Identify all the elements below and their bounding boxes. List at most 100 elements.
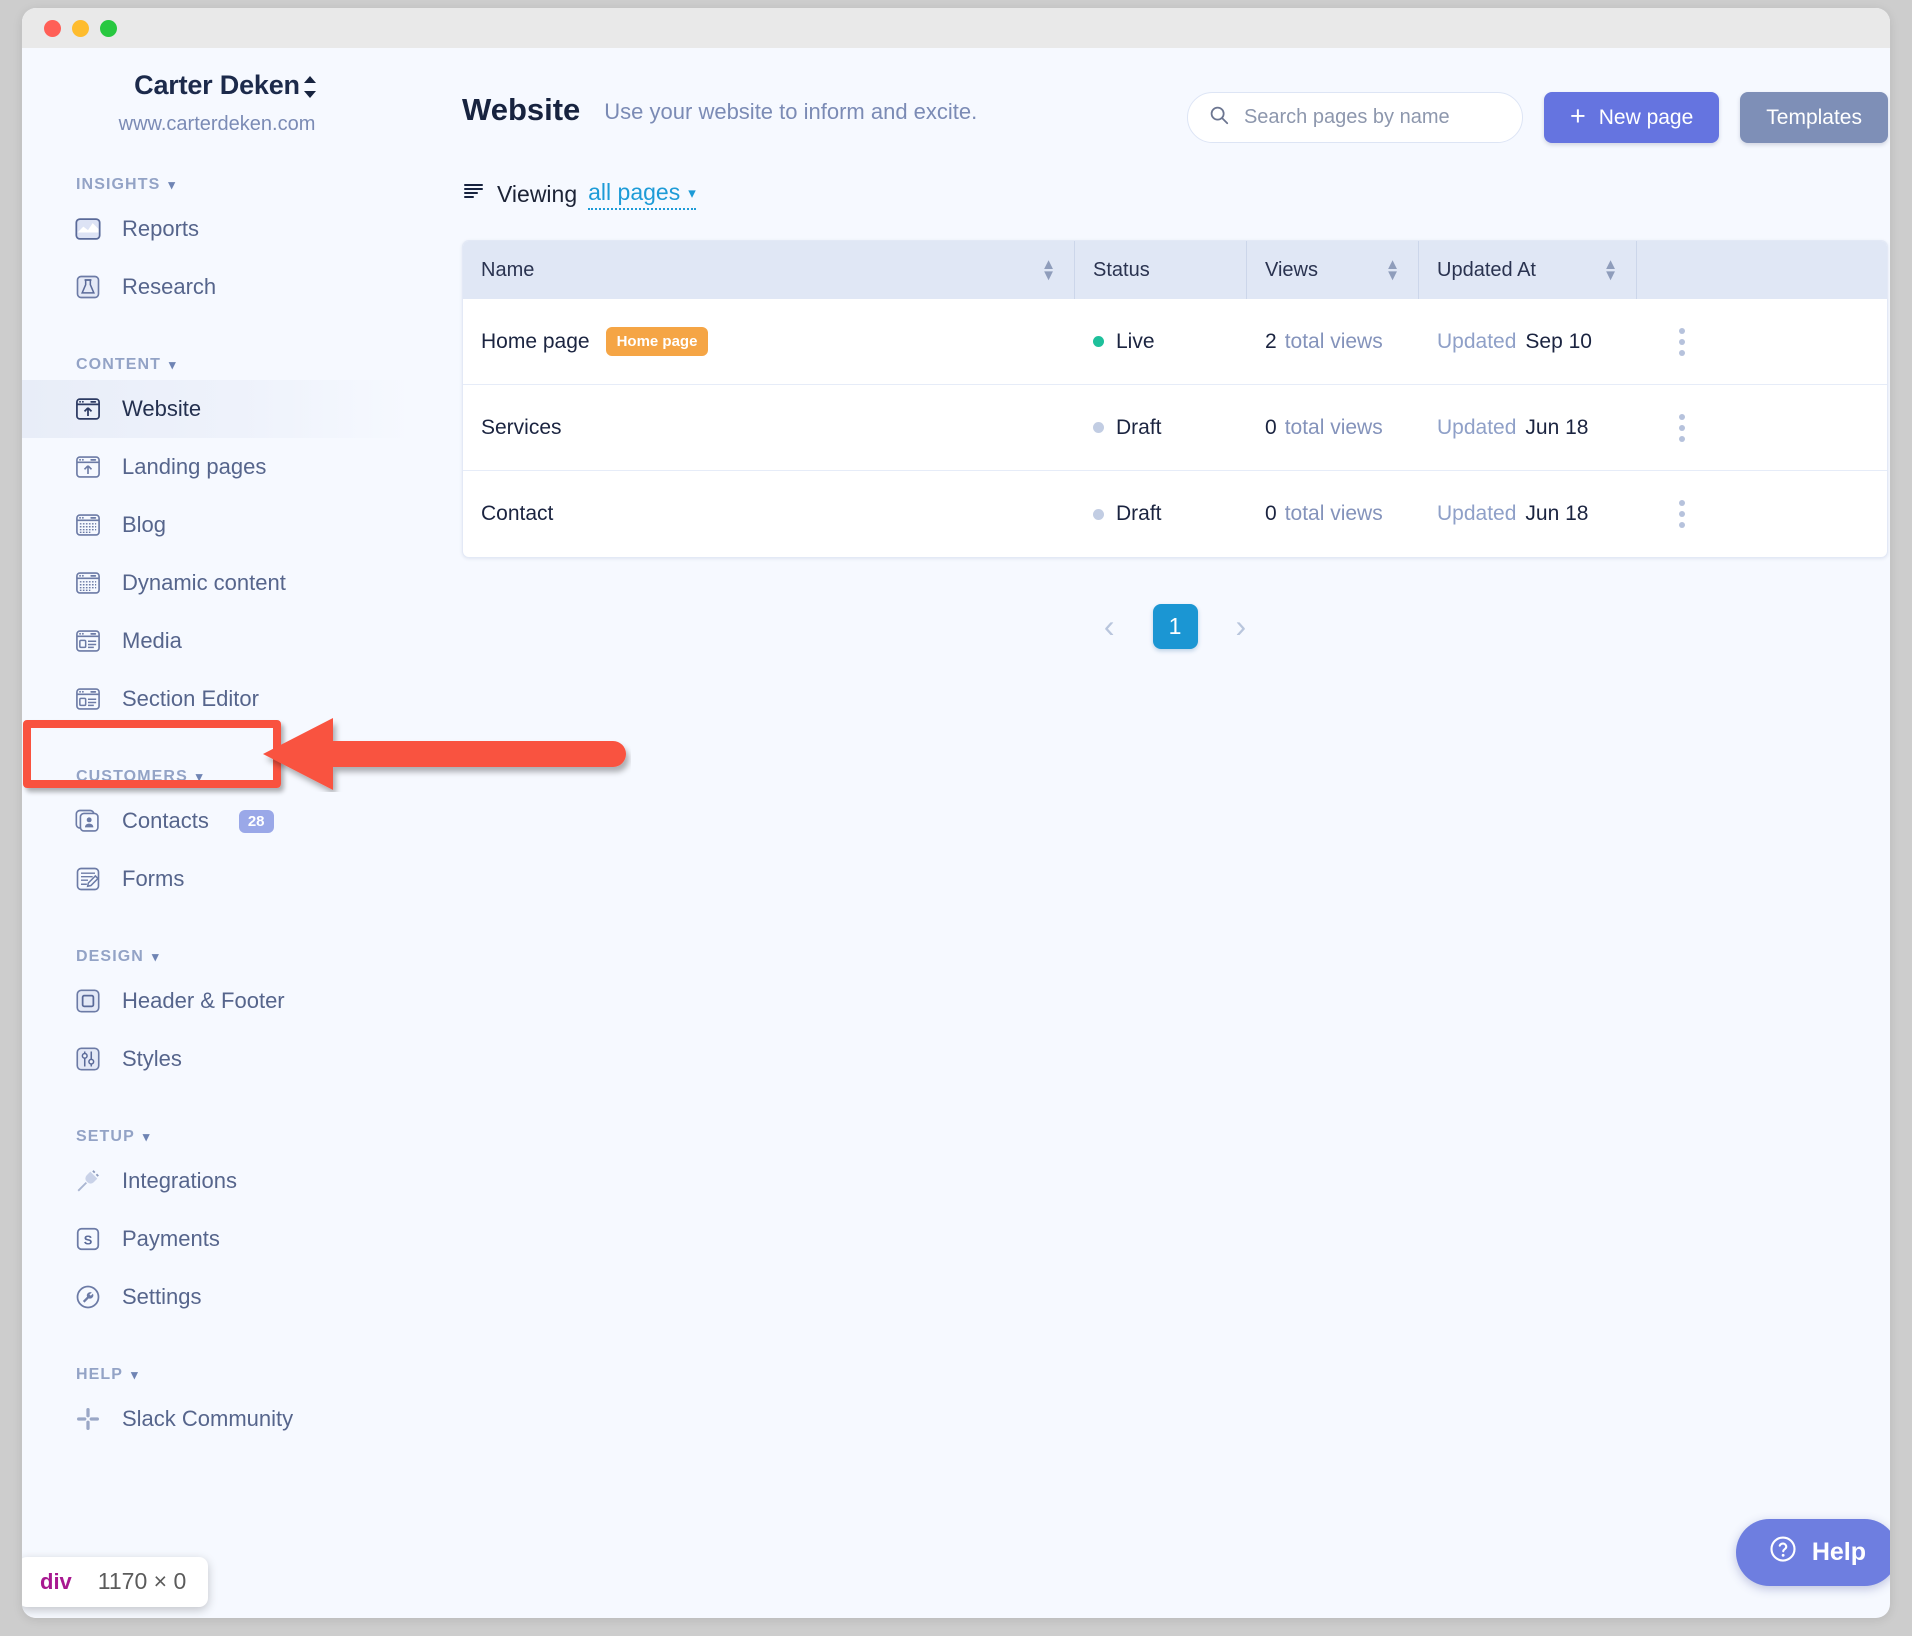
row-menu-icon[interactable] [1679,414,1685,442]
updated-prefix: Updated [1437,330,1516,354]
sidebar-item-slack-community[interactable]: Slack Community [22,1390,412,1448]
list-filter-icon [462,180,486,210]
account-switcher-icon[interactable] [300,74,320,104]
status-label: Draft [1116,416,1162,440]
sidebar-item-blog[interactable]: Blog [22,496,412,554]
window-titlebar [22,8,1890,48]
browser-upload-icon [74,453,102,481]
sidebar-item-contacts[interactable]: Contacts 28 [22,792,412,850]
nav-group-insights[interactable]: INSIGHTS ▾ [76,176,412,194]
minimize-window-icon[interactable] [72,20,89,37]
new-page-label: New page [1599,106,1694,130]
viewing-filter-dropdown[interactable]: all pages ▾ [588,179,696,210]
search-input[interactable] [1244,106,1502,129]
column-header-status[interactable]: Status [1075,241,1247,299]
help-button[interactable]: Help [1736,1519,1890,1586]
column-label: Views [1265,259,1318,282]
slack-icon [74,1405,102,1433]
cell-name: Contact [463,502,1075,526]
cell-views: 0 total views [1247,416,1419,440]
sidebar-item-section-editor[interactable]: Section Editor [22,670,412,728]
page-name: Contact [481,502,553,526]
sidebar-item-label: Forms [122,866,184,892]
column-header-updated-at[interactable]: Updated At ▲▼ [1419,241,1637,299]
nav-group-content[interactable]: CONTENT ▾ [76,356,412,374]
sort-toggle-icon[interactable]: ▲▼ [1041,259,1056,282]
sidebar-item-website[interactable]: Website [22,380,412,438]
pagination: ‹ 1 › [462,604,1888,649]
square-frame-icon [74,987,102,1015]
pages-table: Name ▲▼ Status Views ▲▼ Updated At ▲▼ [462,240,1888,558]
close-window-icon[interactable] [44,20,61,37]
nav-group-design[interactable]: DESIGN ▾ [76,948,412,966]
viewing-row: Viewing all pages ▾ [462,179,1888,210]
column-label: Updated At [1437,259,1536,282]
nav-group-setup[interactable]: SETUP ▾ [76,1128,412,1146]
sidebar-item-label: Website [122,396,201,422]
sidebar-item-settings[interactable]: Settings [22,1268,412,1326]
sort-toggle-icon[interactable]: ▲▼ [1603,259,1618,282]
sidebar-item-payments[interactable]: S Payments [22,1210,412,1268]
pagination-prev-button[interactable]: ‹ [1104,608,1115,645]
inspector-tag: div [40,1569,72,1595]
plug-icon [74,1167,102,1195]
svg-text:S: S [84,1232,93,1247]
updated-date: Sep 10 [1525,330,1592,354]
status-dot-icon [1093,422,1104,433]
zoom-window-icon[interactable] [100,20,117,37]
header-actions: + New page Templates [1187,92,1888,143]
table-row[interactable]: Contact Draft 0 total views Updated Jun … [463,471,1887,557]
window-body: Carter Deken www.carterdeken.com INSIGHT… [22,48,1890,1618]
sidebar-item-dynamic-content[interactable]: Dynamic content [22,554,412,612]
browser-text-icon [74,511,102,539]
sidebar-item-label: Settings [122,1284,202,1310]
viewing-prefix: Viewing [497,181,577,208]
cell-actions [1637,328,1703,356]
new-page-button[interactable]: + New page [1544,92,1719,143]
page-name: Home page [481,330,590,354]
page-subtitle: Use your website to inform and excite. [604,99,977,125]
sidebar-item-forms[interactable]: Forms [22,850,412,908]
pagination-next-button[interactable]: › [1236,608,1247,645]
page-name: Services [481,416,562,440]
sidebar-item-header-footer[interactable]: Header & Footer [22,972,412,1030]
sidebar-item-label: Integrations [122,1168,237,1194]
sidebar-item-media[interactable]: Media [22,612,412,670]
sidebar-item-reports[interactable]: Reports [22,200,412,258]
page-header: Website Use your website to inform and e… [462,92,1888,143]
cell-updated-at: Updated Sep 10 [1419,330,1637,354]
cell-name: Home page Home page [463,327,1075,356]
table-row[interactable]: Home page Home page Live 2 total views U… [463,299,1887,385]
sidebar-item-styles[interactable]: Styles [22,1030,412,1088]
column-header-views[interactable]: Views ▲▼ [1247,241,1419,299]
search-box[interactable] [1187,92,1523,143]
sidebar-item-integrations[interactable]: Integrations [22,1152,412,1210]
table-row[interactable]: Services Draft 0 total views Updated Jun… [463,385,1887,471]
browser-text-icon [74,569,102,597]
views-count: 0 [1265,416,1277,440]
sidebar-item-research[interactable]: Research [22,258,412,316]
cell-updated-at: Updated Jun 18 [1419,416,1637,440]
help-label: Help [1812,1538,1866,1567]
contacts-count-badge: 28 [239,810,274,833]
cell-updated-at: Updated Jun 18 [1419,502,1637,526]
stripe-s-icon: S [74,1225,102,1253]
nav-group-customers[interactable]: CUSTOMERS ▾ [76,768,412,786]
pagination-page-1[interactable]: 1 [1153,604,1198,649]
chevron-down-icon: ▾ [152,949,160,965]
templates-button[interactable]: Templates [1740,92,1888,143]
sidebar-item-label: Dynamic content [122,570,286,596]
viewing-filter-label: all pages [588,179,680,206]
column-header-name[interactable]: Name ▲▼ [463,241,1075,299]
sidebar-item-label: Blog [122,512,166,538]
row-menu-icon[interactable] [1679,500,1685,528]
brand-url[interactable]: www.carterdeken.com [22,113,412,136]
cell-status: Draft [1075,416,1247,440]
nav-group-help[interactable]: HELP ▾ [76,1366,412,1384]
table-header-row: Name ▲▼ Status Views ▲▼ Updated At ▲▼ [463,241,1887,299]
app-window: Carter Deken www.carterdeken.com INSIGHT… [22,8,1890,1618]
sort-toggle-icon[interactable]: ▲▼ [1385,259,1400,282]
row-menu-icon[interactable] [1679,328,1685,356]
sidebar: Carter Deken www.carterdeken.com INSIGHT… [22,48,412,1618]
sidebar-item-landing-pages[interactable]: Landing pages [22,438,412,496]
